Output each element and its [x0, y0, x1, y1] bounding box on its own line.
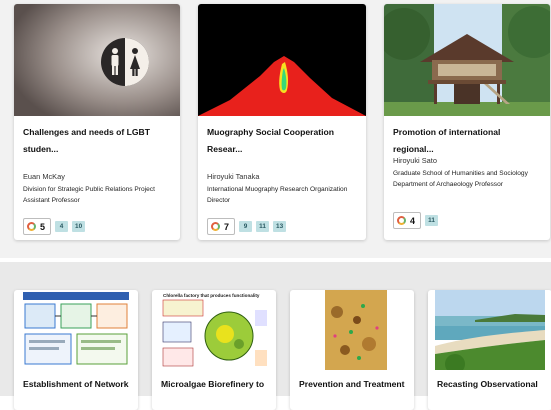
card-title[interactable]: Establishment of Network	[23, 376, 130, 393]
sdg-tag[interactable]: 11	[425, 215, 439, 226]
sdg-tag[interactable]: 13	[273, 221, 287, 232]
sdg-wheel-icon	[211, 222, 220, 231]
researcher-name: Hiroyuki Tanaka	[207, 172, 260, 181]
sdg-tag[interactable]: 11	[256, 221, 270, 232]
project-card-recasting[interactable]: Recasting Observational	[428, 290, 551, 410]
card-title[interactable]: Promotion of international regional...	[393, 124, 542, 158]
researcher-affiliation: International Muography Research Organiz…	[207, 186, 348, 204]
card-image-restroom-sign	[14, 4, 180, 116]
sdg-tag[interactable]: 4	[55, 221, 69, 232]
sdg-stats: 5 4 10	[23, 218, 86, 235]
card-image-wooden-house	[384, 4, 550, 116]
project-card-network[interactable]: Establishment of Network	[14, 290, 138, 410]
sdg-stats: 7 9 11 13	[207, 218, 287, 235]
chlorella-figure-caption: Chlorella factory that produces function…	[163, 293, 260, 298]
card-title[interactable]: Recasting Observational	[437, 376, 544, 393]
sdg-count: 5	[40, 221, 46, 232]
researcher-affiliation: Graduate School of Humanities and Sociol…	[393, 170, 528, 188]
card-title[interactable]: Challenges and needs of LGBT studen...	[23, 124, 172, 158]
card-image-microscope-sample	[297, 290, 407, 370]
card-title[interactable]: Microalgae Biorefinery to	[161, 376, 268, 393]
sdg-tag[interactable]: 9	[239, 221, 253, 232]
project-card-microalgae[interactable]: Chlorella factory that produces function…	[152, 290, 276, 410]
project-card-lgbt[interactable]: Challenges and needs of LGBT studen... E…	[14, 4, 180, 240]
project-card-prevention[interactable]: Prevention and Treatment	[290, 290, 414, 410]
project-card-regional[interactable]: Promotion of international regional... H…	[384, 4, 550, 240]
sdg-wheel-icon	[27, 222, 36, 231]
project-card-muography[interactable]: Muography Social Cooperation Resear... H…	[198, 4, 366, 240]
card-title[interactable]: Prevention and Treatment	[299, 376, 406, 393]
card-image-beach	[435, 290, 545, 370]
sdg-count-box: 7	[207, 218, 236, 235]
sdg-tag[interactable]: 10	[72, 221, 86, 232]
card-image-volcano-muography	[198, 4, 366, 116]
researcher-affiliation: Division for Strategic Public Relations …	[23, 186, 155, 204]
researcher-name: Hiroyuki Sato	[393, 156, 437, 165]
card-title[interactable]: Muography Social Cooperation Resear...	[207, 124, 358, 158]
sdg-wheel-icon	[397, 216, 406, 225]
card-image-network-diagram	[21, 290, 131, 370]
sdg-count: 4	[410, 215, 416, 226]
researcher-name: Euan McKay	[23, 172, 65, 181]
sdg-count-box: 4	[393, 212, 422, 229]
sdg-count-box: 5	[23, 218, 52, 235]
sdg-stats: 4 11	[393, 212, 439, 229]
sdg-count: 7	[224, 221, 230, 232]
card-image-chlorella-diagram: Chlorella factory that produces function…	[159, 290, 269, 370]
